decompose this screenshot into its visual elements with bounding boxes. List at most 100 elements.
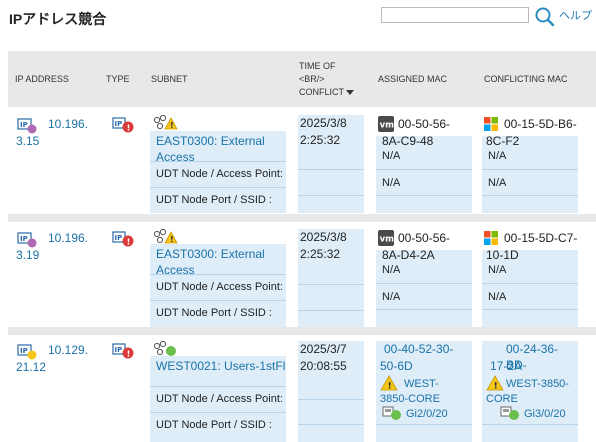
divider [298,169,364,170]
conflict-time: 2:25:32 [300,133,341,147]
conflict-time: 2:25:32 [300,247,341,261]
table-row: IP 10.196. 3.19 IP ! ! EAST0300: Externa… [8,222,596,334]
divider [150,386,286,387]
column-header-time-line1: TIME OF [299,61,336,71]
ip-conflict-table: IP ADDRESS TYPE SUBNET TIME OF <BR/> CON… [8,51,596,442]
divider [482,283,578,284]
assigned-port-link[interactable]: Gi2/0/20 [406,406,448,422]
assigned-port: N/A [382,291,401,303]
subnet-link[interactable]: EAST0300: External [156,133,265,149]
assigned-node: N/A [382,150,401,162]
subnet-link[interactable]: EAST0300: External [156,246,265,262]
conflicting-mac-cont: 8C-F2 [486,134,520,148]
time-cell: 2025/3/8 2:25:32 [298,115,364,213]
divider [150,300,286,301]
column-header-time[interactable]: TIME OF <BR/> CONFLICT [299,60,354,99]
svg-text:!: ! [388,382,392,392]
divider [482,424,578,425]
search-input[interactable] [381,7,529,23]
divider [482,169,578,170]
svg-text:IP: IP [20,235,28,243]
svg-text:IP: IP [20,347,28,355]
udt-node-label: UDT Node / Access Point: [156,281,283,293]
ip-address-link[interactable]: 10.129. [48,342,88,358]
udt-port-label: UDT Node Port / SSID : [156,194,272,206]
conflicting-port: N/A [488,291,507,303]
divider [298,284,364,285]
subnet-cell: EAST0300: External Access UDT Node / Acc… [150,131,286,213]
divider [482,309,578,310]
divider [376,283,472,284]
assigned-port: N/A [382,177,401,189]
svg-text:!: ! [127,238,131,247]
conflict-date: 2025/3/8 [300,116,347,130]
assigned-mac-cont: 8A-C9-48 [382,134,434,148]
conflicting-port-link[interactable]: Gi3/0/20 [524,406,566,422]
ip-address-link-cont[interactable]: 21.12 [16,359,46,375]
time-cell: 2025/3/7 20:08:55 [298,341,364,442]
ip-address-link-cont[interactable]: 3.19 [16,247,39,263]
assigned-mac-cell: 00-50-56- 8A-C9-48 N/A N/A [376,117,472,213]
divider [376,309,472,310]
svg-text:IP: IP [115,346,123,354]
divider [376,195,472,196]
subnet-link-cont[interactable]: Access [156,262,195,278]
assigned-node: N/A [382,264,401,276]
divider [376,169,472,170]
conflicting-node-link[interactable]: WEST-3850- [506,376,569,392]
table-header: IP ADDRESS TYPE SUBNET TIME OF <BR/> CON… [8,51,596,107]
svg-text:IP: IP [115,234,123,242]
conflict-time: 20:08:55 [300,359,347,373]
time-cell: 2025/3/8 2:25:32 [298,229,364,328]
divider [150,274,286,275]
conflicting-mac-cell: 00-15-5D-C7- 10-1D N/A N/A [482,231,578,328]
subnet-cell: WEST0021: Users-1stFl UDT Node / Access … [150,356,286,442]
divider [376,424,472,425]
assigned-mac-cont: 8A-D4-2A [382,248,435,262]
subnet-link-cont[interactable]: Access [156,149,195,165]
ip-conflict-type-icon: IP ! [112,231,136,250]
conflicting-mac-link-cont[interactable]: 17-2A [490,358,522,374]
ip-address-link[interactable]: 10.196. [48,230,88,246]
svg-text:!: ! [170,121,174,130]
svg-text:!: ! [127,350,131,359]
divider [150,187,286,188]
ip-conflict-type-icon: IP ! [112,117,136,136]
assigned-node-link[interactable]: WEST- [404,376,439,392]
svg-text:!: ! [494,382,498,392]
column-header-ip[interactable]: IP ADDRESS [15,73,69,86]
sort-desc-icon [346,90,354,96]
column-header-subnet[interactable]: SUBNET [151,73,188,86]
ip-address-link-cont[interactable]: 3.15 [16,133,39,149]
search-icon[interactable] [534,6,556,28]
divider [298,424,364,425]
subnet-link[interactable]: WEST0021: Users-1stFl [156,358,285,374]
table-row: IP 10.129. 21.12 IP ! WEST0021: Users-1s… [8,335,596,442]
assigned-mac: 00-50-56- [398,117,451,131]
column-header-time-line2: <BR/> [299,74,325,84]
svg-text:IP: IP [115,120,123,128]
conflict-date: 2025/3/7 [300,342,347,356]
divider [150,412,286,413]
svg-text:!: ! [170,235,174,244]
column-header-time-line3: CONFLICT [299,87,344,97]
column-header-type[interactable]: TYPE [106,73,130,86]
conflicting-mac-cell: 00-24-36-BD- 17-2A ! WEST-3850- CORE Gi3… [482,341,578,442]
svg-text:IP: IP [20,121,28,129]
port-up-icon [382,405,404,424]
udt-port-label: UDT Node Port / SSID : [156,307,272,319]
svg-text:vm: vm [380,235,394,245]
divider [298,195,364,196]
assigned-mac-link[interactable]: 00-40-52-30- [384,341,453,357]
ip-conflict-type-icon: IP ! [112,343,136,362]
help-link[interactable]: ヘルプ [559,7,592,23]
column-header-conflicting-mac[interactable]: CONFLICTING MAC [484,73,568,86]
conflicting-mac-cont: 10-1D [486,248,519,262]
udt-node-label: UDT Node / Access Point: [156,393,283,405]
page-header: IPアドレス競合 ヘルプ [0,0,596,40]
page-title: IPアドレス競合 [9,11,107,27]
assigned-mac-link-cont[interactable]: 50-6D [380,358,413,374]
row-separator [8,214,596,222]
ip-address-link[interactable]: 10.196. [48,116,88,132]
column-header-assigned-mac[interactable]: ASSIGNED MAC [378,73,447,86]
